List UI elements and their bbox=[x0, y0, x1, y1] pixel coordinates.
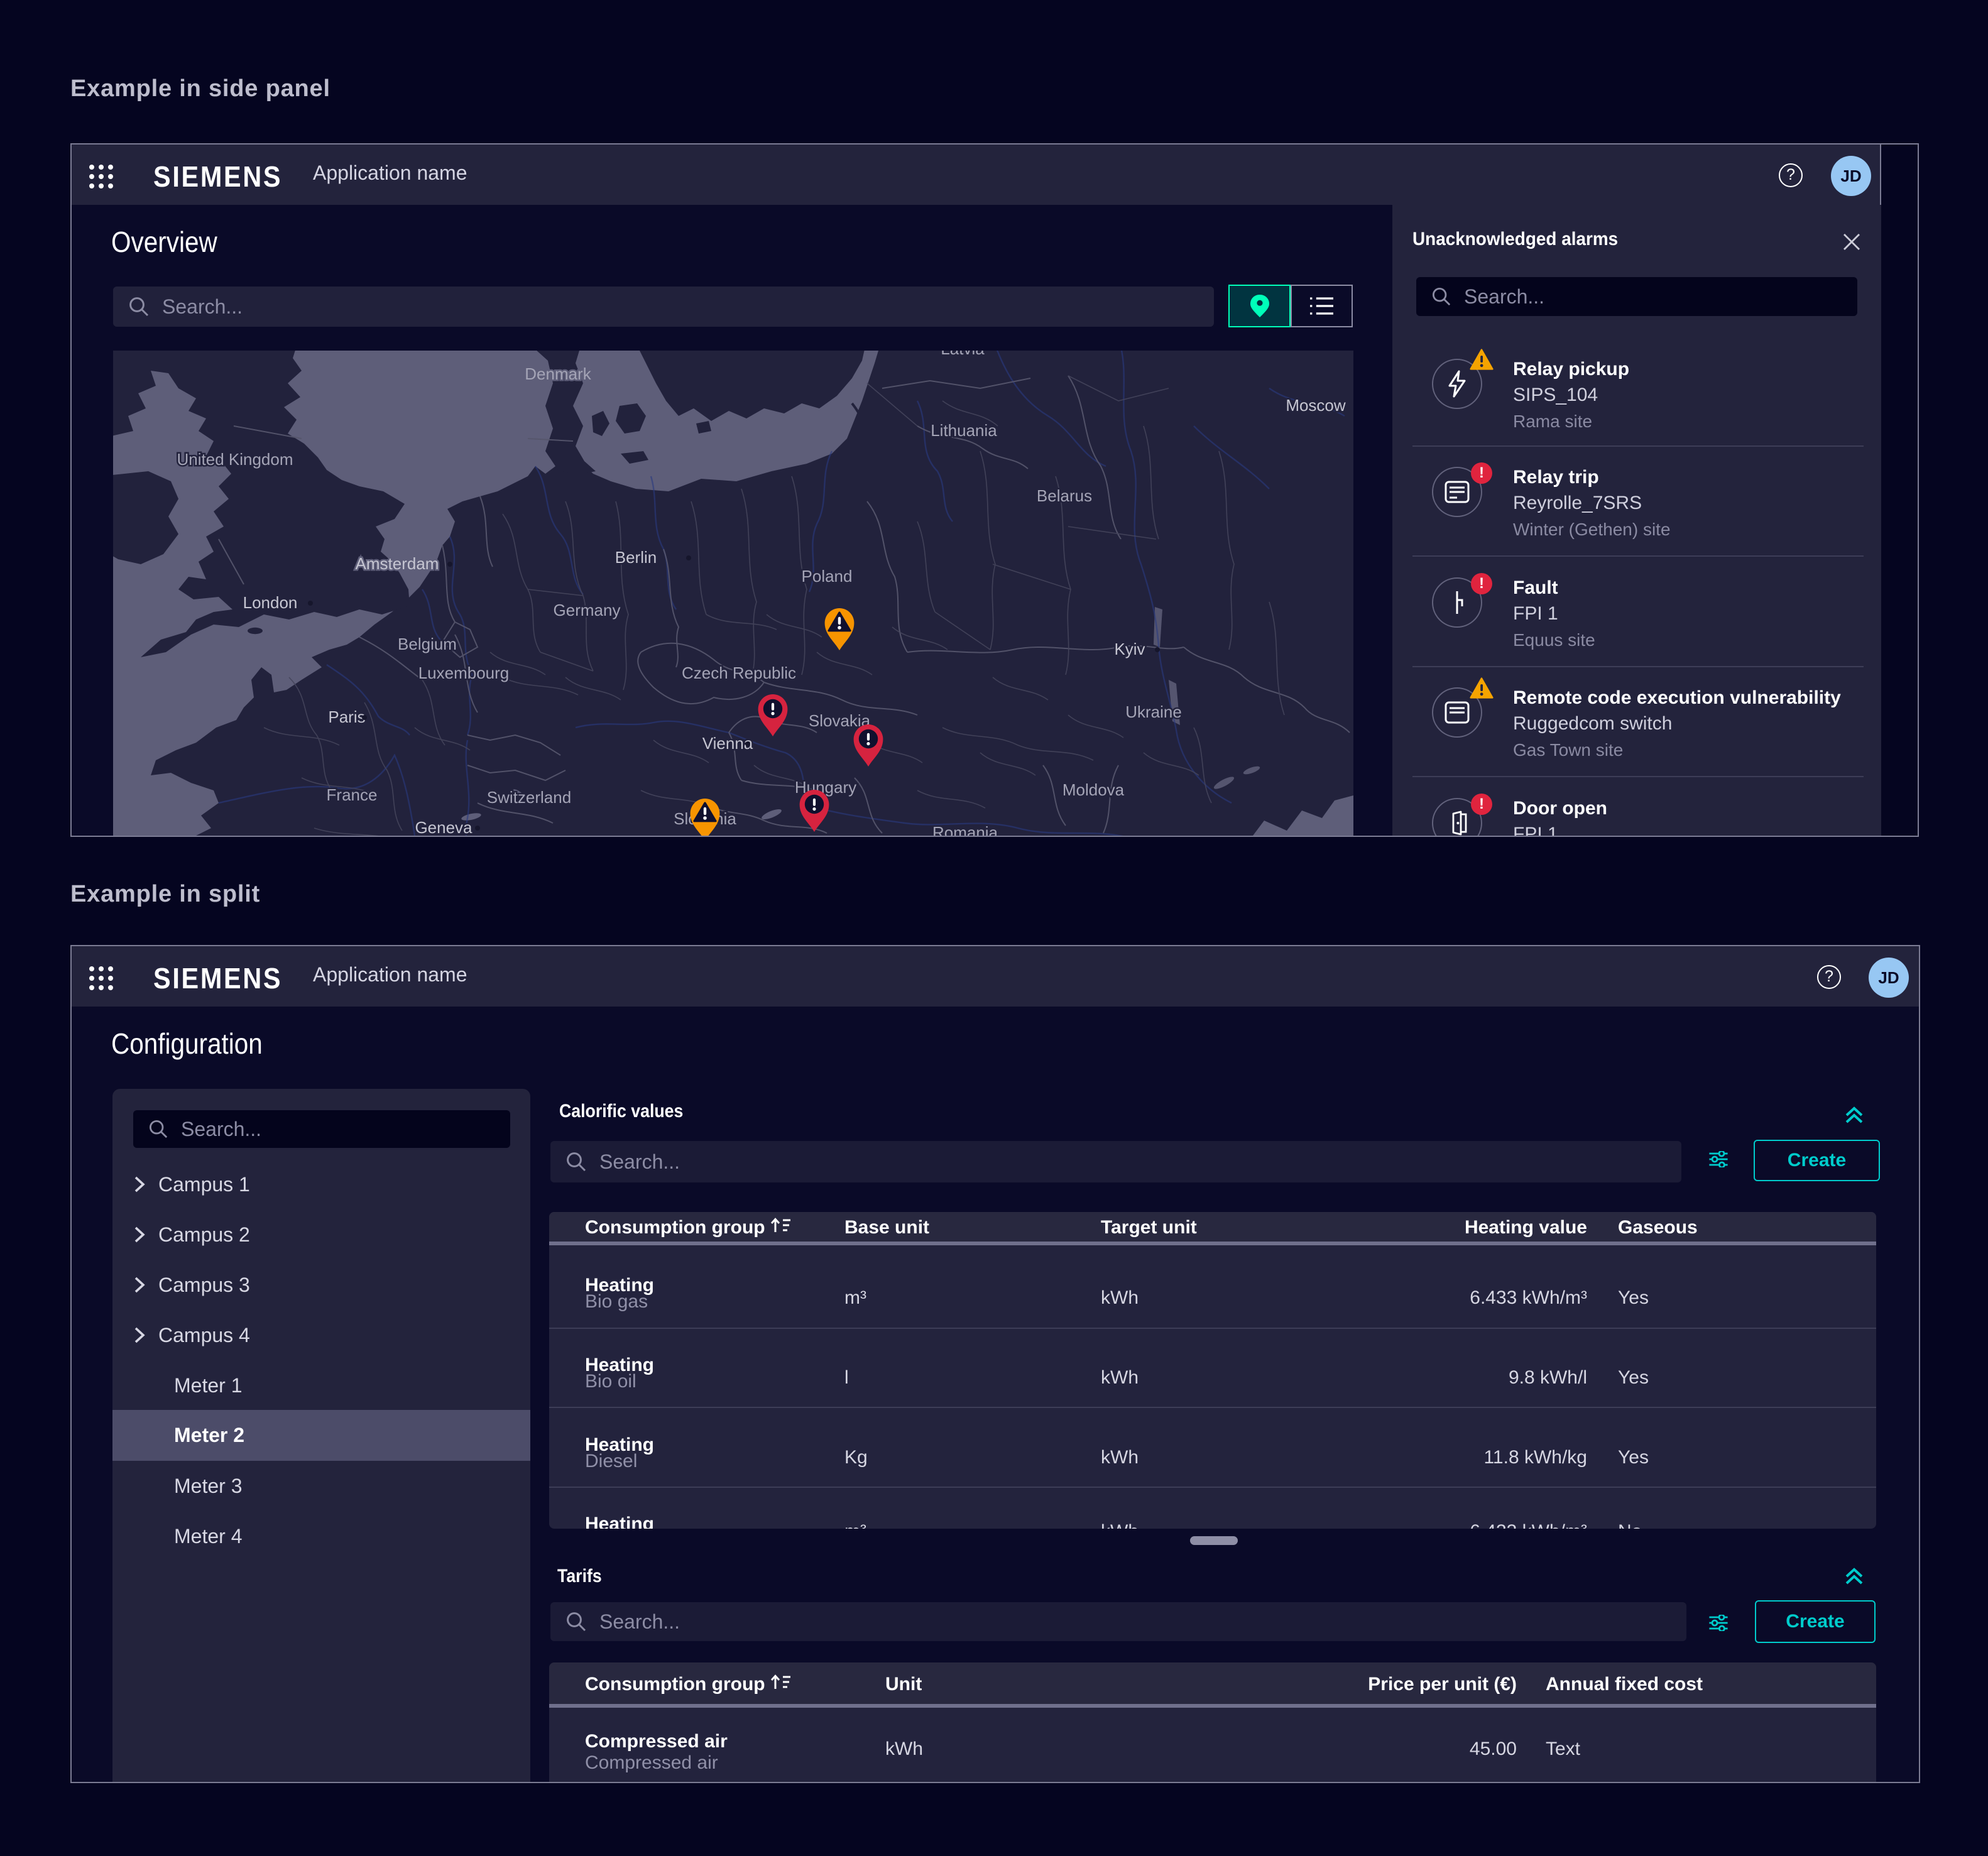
svg-text:United Kingdom: United Kingdom bbox=[177, 450, 293, 469]
svg-text:Luxembourg: Luxembourg bbox=[418, 663, 510, 682]
svg-text:Ukraine: Ukraine bbox=[1125, 702, 1182, 721]
svg-text:Latvia: Latvia bbox=[941, 351, 985, 358]
svg-text:Switzerland: Switzerland bbox=[487, 788, 571, 807]
svg-text:Hungary: Hungary bbox=[795, 778, 856, 797]
svg-text:Germany: Germany bbox=[554, 601, 621, 620]
svg-text:London: London bbox=[243, 593, 298, 612]
svg-text:Kyiv: Kyiv bbox=[1114, 640, 1145, 658]
svg-text:Amsterdam: Amsterdam bbox=[356, 554, 439, 573]
svg-text:Lithuania: Lithuania bbox=[931, 421, 997, 440]
svg-text:France: France bbox=[327, 785, 378, 804]
svg-text:Paris: Paris bbox=[328, 707, 365, 726]
svg-text:Berlin: Berlin bbox=[615, 548, 657, 567]
svg-text:Czech Republic: Czech Republic bbox=[682, 663, 796, 682]
svg-text:Romania: Romania bbox=[932, 823, 998, 837]
svg-text:Belgium: Belgium bbox=[398, 635, 457, 653]
svg-text:Moscow: Moscow bbox=[1286, 396, 1346, 415]
svg-text:Geneva: Geneva bbox=[415, 818, 472, 837]
svg-text:Poland: Poland bbox=[802, 567, 853, 586]
svg-text:Denmark: Denmark bbox=[525, 364, 591, 383]
svg-text:Moldova: Moldova bbox=[1062, 780, 1125, 799]
svg-text:Belarus: Belarus bbox=[1037, 486, 1092, 505]
